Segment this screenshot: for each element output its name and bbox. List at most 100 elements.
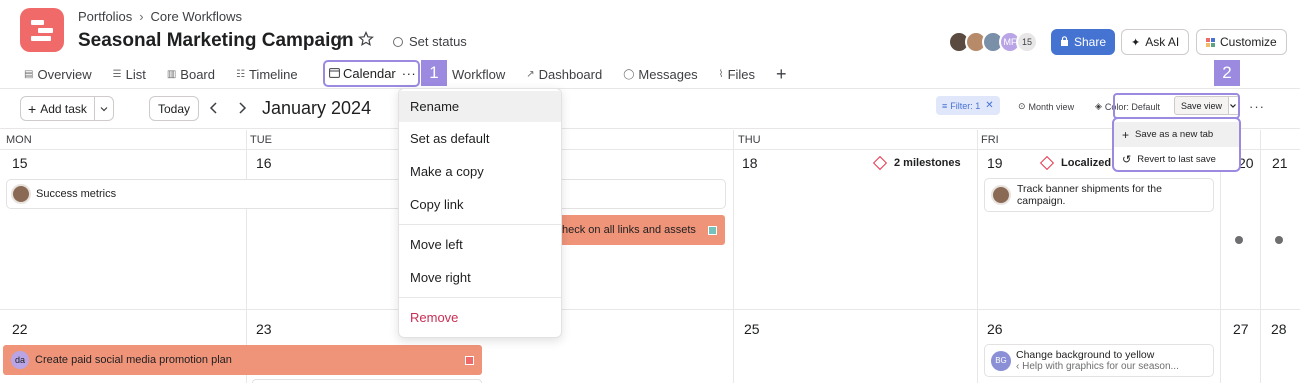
- task-bar[interactable]: da Create paid social media promotion pl…: [3, 345, 482, 375]
- tab-timeline[interactable]: ☷ Timeline: [236, 66, 298, 82]
- tab-label: Overview: [37, 66, 92, 82]
- month-view-label: Month view: [1028, 101, 1075, 112]
- tab-files[interactable]: ⌇ Files: [719, 66, 755, 82]
- more-options-icon[interactable]: ···: [402, 66, 417, 81]
- menu-item-set-default[interactable]: Set as default: [399, 122, 561, 155]
- day-number: 28: [1271, 321, 1287, 337]
- task-card[interactable]: Success metrics: [6, 179, 726, 209]
- tab-label: Dashboard: [538, 66, 603, 82]
- tab-context-menu: Rename Set as default Make a copy Copy l…: [398, 88, 562, 338]
- day-number: 27: [1233, 321, 1249, 337]
- page-title[interactable]: Seasonal Marketing Campaign: [78, 30, 354, 52]
- annotation-marker-2: 2: [1214, 60, 1240, 86]
- dow-thu: THU: [738, 134, 761, 146]
- filter-icon: ≡: [942, 100, 948, 111]
- star-icon[interactable]: [358, 31, 374, 50]
- share-label: Share: [1074, 35, 1107, 49]
- dow-tue: TUE: [250, 134, 272, 146]
- tab-board[interactable]: ▥ Board: [167, 66, 215, 82]
- milestone-localized[interactable]: Localized: [1039, 155, 1111, 171]
- add-task-button[interactable]: + Add task: [21, 97, 95, 120]
- ask-ai-button[interactable]: ✦ Ask AI: [1121, 29, 1190, 55]
- chevron-right-icon[interactable]: [236, 101, 248, 118]
- task-card[interactable]: BG Change background to yellow ‹ Help wi…: [984, 344, 1214, 377]
- dow-divider: [0, 149, 1300, 150]
- add-tab-icon[interactable]: +: [776, 64, 787, 84]
- menu-divider: [399, 224, 561, 225]
- zoom-icon: ⊙: [1018, 101, 1026, 111]
- add-task-dropdown[interactable]: [95, 97, 113, 120]
- chevron-down-icon[interactable]: [333, 31, 347, 48]
- plus-icon: +: [28, 100, 37, 117]
- avatar: [991, 185, 1011, 205]
- breadcrumb-separator: ›: [139, 9, 144, 24]
- set-status-label: Set status: [409, 34, 467, 49]
- add-task-button-group: + Add task: [20, 96, 114, 121]
- customize-label: Customize: [1220, 35, 1277, 49]
- board-icon: ▥: [166, 68, 177, 80]
- plus-icon: +: [1122, 127, 1130, 142]
- status-circle-icon: [393, 36, 403, 47]
- menu-item-rename[interactable]: Rename: [399, 91, 561, 122]
- tab-list[interactable]: ☰ List: [113, 66, 146, 82]
- filter-chip[interactable]: ≡ Filter: 1 ✕: [936, 96, 1000, 115]
- tab-dashboard[interactable]: ↗ Dashboard: [526, 66, 602, 82]
- annotation-marker-1: 1: [421, 60, 447, 86]
- chevron-left-icon[interactable]: [208, 101, 220, 118]
- filter-label: Filter: 1: [950, 100, 981, 111]
- tab-label: Workflow: [452, 66, 506, 82]
- day-number: 19: [987, 155, 1003, 171]
- tab-calendar[interactable]: Calendar ···: [323, 60, 420, 87]
- menu-item-save-new-tab[interactable]: + Save as a new tab: [1114, 122, 1239, 147]
- menu-item-copy-link[interactable]: Copy link: [399, 188, 561, 221]
- day-number: 23: [256, 321, 272, 337]
- menu-item-revert[interactable]: ↺ Revert to last save: [1114, 147, 1239, 172]
- project-tabs-right: Workflow ↗ Dashboard ◯ Messages ⌇ Files +: [452, 64, 808, 84]
- project-logo[interactable]: [20, 8, 64, 52]
- month-view-button[interactable]: ⊙ Month view: [1018, 101, 1074, 112]
- menu-item-move-left[interactable]: Move left: [399, 228, 561, 261]
- breadcrumb-portfolios[interactable]: Portfolios: [78, 9, 132, 24]
- breadcrumb-core-workflows[interactable]: Core Workflows: [151, 9, 243, 24]
- tab-label: Files: [727, 66, 756, 82]
- dow-fri: FRI: [981, 134, 999, 146]
- more-options-icon[interactable]: ···: [1249, 99, 1265, 114]
- day-number: 25: [744, 321, 760, 337]
- share-button[interactable]: Share: [1051, 29, 1116, 55]
- task-card[interactable]: Track banner shipments for the campaign.: [984, 178, 1214, 212]
- day-number: 21: [1272, 155, 1288, 171]
- project-members[interactable]: MF 15: [948, 31, 1038, 53]
- parent-task-link[interactable]: ‹ Help with graphics for our season...: [1016, 361, 1179, 373]
- project-color-icon: [465, 355, 474, 365]
- tab-messages[interactable]: ◯ Messages: [623, 66, 697, 82]
- grid-icon: [1206, 37, 1215, 47]
- save-view-button[interactable]: Save view: [1174, 96, 1230, 115]
- task-bar[interactable]: heck on all links and assets: [540, 215, 725, 245]
- close-icon[interactable]: ✕: [985, 100, 993, 111]
- project-color-icon: [708, 225, 717, 235]
- tab-label: List: [125, 66, 146, 82]
- menu-item-remove[interactable]: Remove: [399, 301, 561, 334]
- tab-workflow[interactable]: Workflow: [452, 66, 505, 82]
- menu-item-move-right[interactable]: Move right: [399, 261, 561, 294]
- save-view-dropdown[interactable]: [1226, 96, 1240, 115]
- more-tasks-dot[interactable]: [1235, 236, 1243, 244]
- customize-button[interactable]: Customize: [1196, 29, 1287, 55]
- paint-icon: ◈: [1095, 101, 1102, 111]
- timeline-icon: ☷: [236, 68, 245, 80]
- day-number: 18: [742, 155, 758, 171]
- color-button[interactable]: ◈ Color: Default: [1095, 101, 1160, 112]
- set-status-button[interactable]: Set status: [393, 34, 467, 49]
- avatar: BG: [991, 350, 1011, 371]
- dashboard-icon: ↗: [526, 68, 535, 80]
- tabs-divider: [0, 88, 1300, 89]
- col-divider: [733, 130, 734, 383]
- task-card[interactable]: [252, 379, 482, 383]
- more-tasks-dot[interactable]: [1275, 236, 1283, 244]
- menu-item-make-copy[interactable]: Make a copy: [399, 155, 561, 188]
- milestone-icon: [1039, 155, 1055, 171]
- day-number: 15: [12, 155, 28, 171]
- milestones-summary[interactable]: 2 milestones: [872, 155, 961, 171]
- tab-overview[interactable]: ▤ Overview: [24, 66, 92, 82]
- today-button[interactable]: Today: [149, 96, 200, 121]
